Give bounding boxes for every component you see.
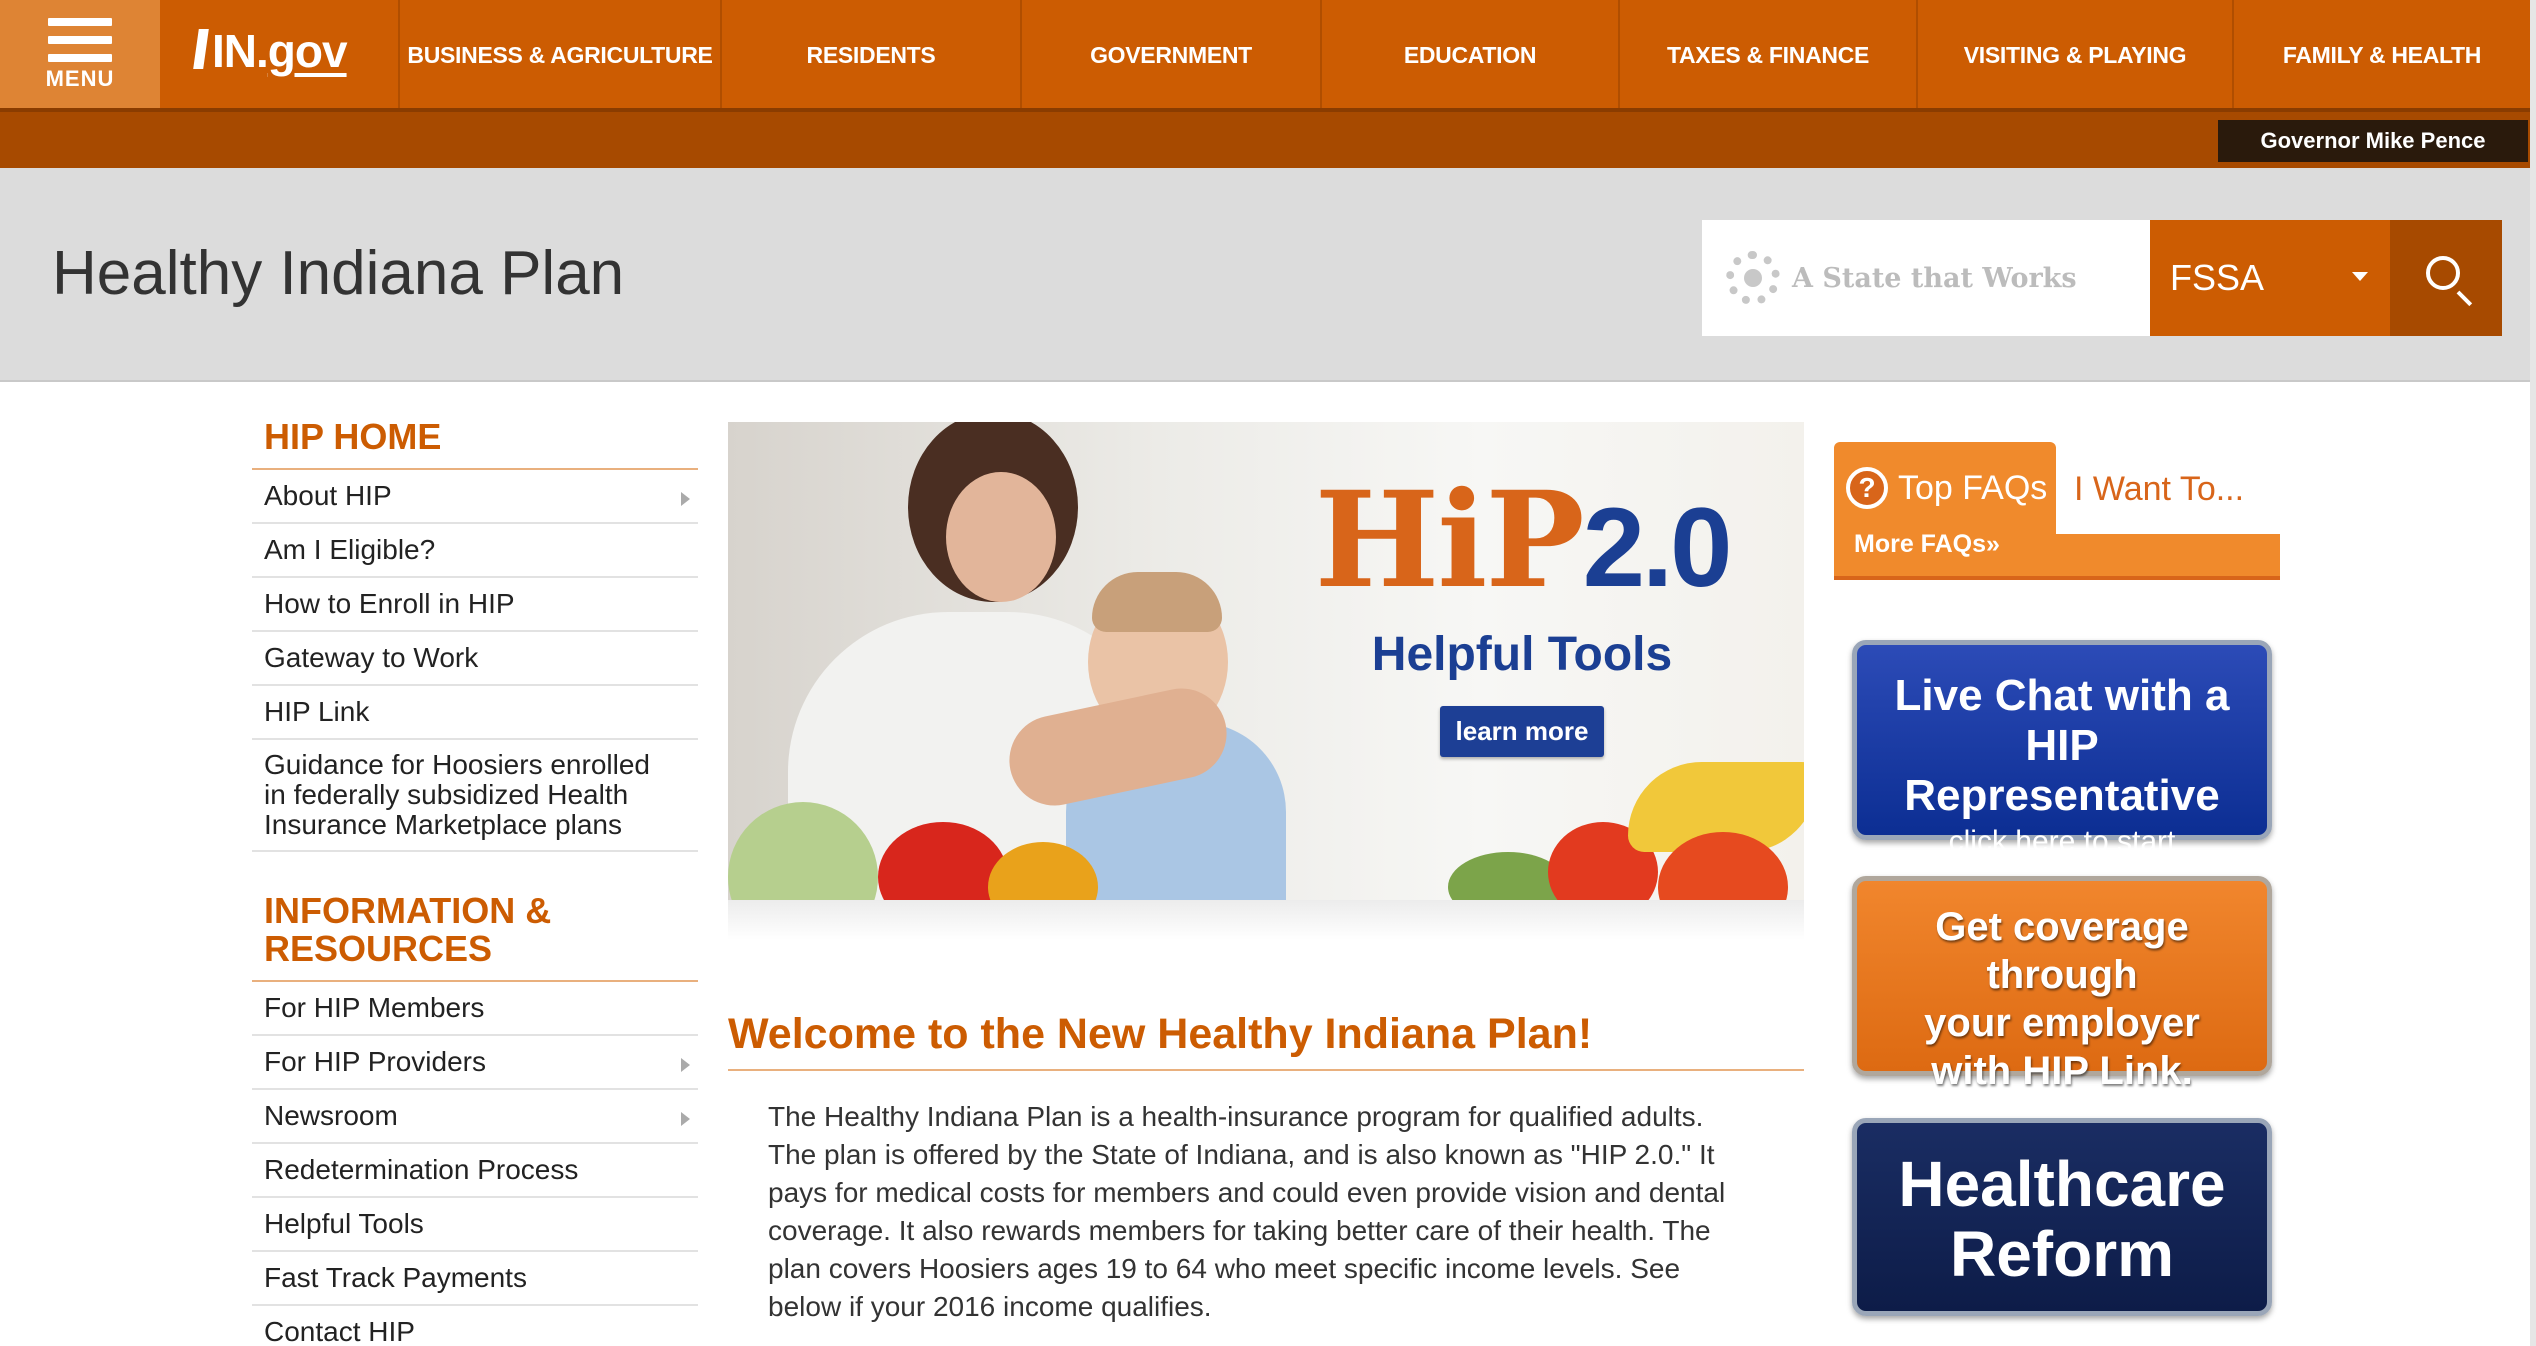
question-icon: ? bbox=[1846, 467, 1888, 509]
sidebar-item-label: About HIP bbox=[264, 480, 392, 511]
sidebar-item-label: HIP Link bbox=[264, 696, 370, 727]
top-nav-bar: MENU IN.gov BUSINESS & AGRICULTURE RESID… bbox=[0, 0, 2536, 110]
sidebar-item-label: Am I Eligible? bbox=[264, 534, 436, 565]
hero-photo-baby-hair bbox=[1092, 572, 1222, 632]
tab-top-faqs[interactable]: ? Top FAQs bbox=[1834, 442, 2056, 534]
nav-visiting-playing[interactable]: VISITING & PLAYING bbox=[1916, 0, 2232, 110]
hero-text-block: HiP2.0 Helpful Tools learn more bbox=[1272, 466, 1772, 757]
sidebar-item-hip-link[interactable]: HIP Link bbox=[252, 686, 698, 740]
sidebar-item-for-hip-providers[interactable]: For HIP Providers bbox=[252, 1036, 698, 1090]
nav-residents[interactable]: RESIDENTS bbox=[720, 0, 1020, 110]
title-band: Healthy Indiana Plan A State that Works … bbox=[0, 168, 2536, 382]
promo-reform-line2: Reform bbox=[1949, 1218, 2175, 1290]
sidebar-item-for-hip-members[interactable]: For HIP Members bbox=[252, 982, 698, 1036]
healthcare-reform-button[interactable]: Healthcare Reform bbox=[1852, 1118, 2272, 1316]
governor-link[interactable]: Governor Mike Pence bbox=[2218, 120, 2528, 162]
sidebar-item-label: Gateway to Work bbox=[264, 642, 479, 673]
promo-chat-line1: Live Chat with a HIP bbox=[1894, 671, 2230, 770]
sidebar-item-label: How to Enroll in HIP bbox=[264, 588, 515, 619]
in-gov-logo[interactable]: IN.gov bbox=[193, 24, 348, 84]
indiana-logo-icon bbox=[193, 29, 209, 69]
promo-chat-line3: click here to start bbox=[1948, 825, 2176, 858]
chevron-right-icon bbox=[681, 492, 690, 506]
left-sidebar: HIP HOME About HIP Am I Eligible? How to… bbox=[252, 418, 698, 1346]
sidebar-item-fast-track-payments[interactable]: Fast Track Payments bbox=[252, 1252, 698, 1306]
caret-down-icon bbox=[2352, 272, 2368, 281]
sidebar-item-about-hip[interactable]: About HIP bbox=[252, 470, 698, 524]
tab-top-faqs-label: Top FAQs bbox=[1898, 468, 2048, 507]
hero-subtitle: Helpful Tools bbox=[1371, 628, 1673, 681]
welcome-body: The Healthy Indiana Plan is a health-ins… bbox=[768, 1101, 1726, 1322]
sidebar-heading-hip-home[interactable]: HIP HOME bbox=[252, 418, 698, 470]
menu-button[interactable]: MENU bbox=[0, 0, 160, 110]
hip-version-text: 2.0 bbox=[1582, 485, 1733, 610]
sub-nav-bar bbox=[0, 110, 2536, 168]
sidebar-item-helpful-tools[interactable]: Helpful Tools bbox=[252, 1198, 698, 1252]
promo-reform-line1: Healthcare bbox=[1898, 1148, 2226, 1220]
hero-photo-face bbox=[946, 472, 1056, 602]
search-placeholder: A State that Works bbox=[1792, 262, 2077, 294]
more-faqs-link[interactable]: More FAQs» bbox=[1854, 530, 2000, 559]
search-button[interactable] bbox=[2390, 220, 2502, 336]
sidebar-item-label: Redetermination Process bbox=[264, 1154, 579, 1185]
learn-more-button[interactable]: learn more bbox=[1439, 706, 1605, 757]
hip-logo: HiP2.0 bbox=[1272, 466, 1772, 623]
hip-logo-text: HiP bbox=[1314, 463, 1585, 618]
logo-text: IN. bbox=[212, 25, 269, 77]
promo-link-line1: Get coverage through bbox=[1935, 905, 2189, 997]
sidebar-item-label: Newsroom bbox=[264, 1100, 398, 1131]
live-chat-button[interactable]: Live Chat with a HIP Representative clic… bbox=[1852, 640, 2272, 858]
sidebar-item-newsroom[interactable]: Newsroom bbox=[252, 1090, 698, 1144]
chevron-right-icon bbox=[681, 1058, 690, 1072]
search-input[interactable]: A State that Works bbox=[1702, 220, 2150, 336]
sidebar-item-label: For HIP Members bbox=[264, 992, 485, 1023]
nav-taxes-finance[interactable]: TAXES & FINANCE bbox=[1618, 0, 1916, 110]
faq-tabs: ? Top FAQs I Want To... More FAQs» bbox=[1834, 442, 2280, 582]
sidebar-item-label: Fast Track Payments bbox=[264, 1262, 527, 1293]
page-title: Healthy Indiana Plan bbox=[52, 239, 625, 308]
promo-link-line2: your employer bbox=[1924, 1001, 2200, 1045]
sidebar-item-how-to-enroll[interactable]: How to Enroll in HIP bbox=[252, 578, 698, 632]
divider bbox=[0, 108, 2536, 112]
sidebar-item-marketplace-guidance[interactable]: Guidance for Hoosiers enrolled in federa… bbox=[252, 740, 698, 852]
sidebar-heading-information-resources[interactable]: INFORMATION & RESOURCES bbox=[252, 892, 698, 982]
hamburger-icon bbox=[48, 18, 112, 62]
nav-family-health[interactable]: FAMILY & HEALTH bbox=[2232, 0, 2530, 110]
welcome-heading: Welcome to the New Healthy Indiana Plan! bbox=[728, 1010, 1804, 1071]
agency-selected-value: FSSA bbox=[2170, 257, 2265, 298]
logo-gov-text: gov bbox=[267, 25, 348, 77]
hero-shadow bbox=[728, 900, 1804, 940]
agency-select[interactable]: FSSA bbox=[2150, 220, 2390, 336]
hip-link-button[interactable]: Get coverage through your employer with … bbox=[1852, 876, 2272, 1093]
nav-government[interactable]: GOVERNMENT bbox=[1020, 0, 1320, 110]
sidebar-item-am-i-eligible[interactable]: Am I Eligible? bbox=[252, 524, 698, 578]
sidebar-item-redetermination[interactable]: Redetermination Process bbox=[252, 1144, 698, 1198]
sidebar-item-gateway-to-work[interactable]: Gateway to Work bbox=[252, 632, 698, 686]
scrollbar-track[interactable] bbox=[2530, 0, 2536, 1346]
sidebar-item-label: Contact HIP bbox=[264, 1316, 415, 1346]
gear-logo-icon bbox=[1726, 251, 1780, 305]
promo-chat-line2: Representative bbox=[1904, 771, 2220, 820]
sidebar-item-label: Guidance for Hoosiers enrolled in federa… bbox=[264, 749, 650, 840]
menu-label: MENU bbox=[45, 66, 115, 91]
sidebar-item-label: Helpful Tools bbox=[264, 1208, 424, 1239]
hero-banner[interactable]: HiP2.0 Helpful Tools learn more bbox=[728, 422, 1804, 902]
chevron-right-icon bbox=[681, 1112, 690, 1126]
sidebar-item-label: For HIP Providers bbox=[264, 1046, 486, 1077]
promo-link-line3: with HIP Link. bbox=[1931, 1049, 2193, 1093]
search-icon bbox=[2426, 256, 2460, 290]
nav-education[interactable]: EDUCATION bbox=[1320, 0, 1618, 110]
tab-i-want-to[interactable]: I Want To... bbox=[2074, 470, 2244, 509]
nav-business-agriculture[interactable]: BUSINESS & AGRICULTURE bbox=[398, 0, 720, 110]
sidebar-item-contact-hip[interactable]: Contact HIP bbox=[252, 1306, 698, 1346]
